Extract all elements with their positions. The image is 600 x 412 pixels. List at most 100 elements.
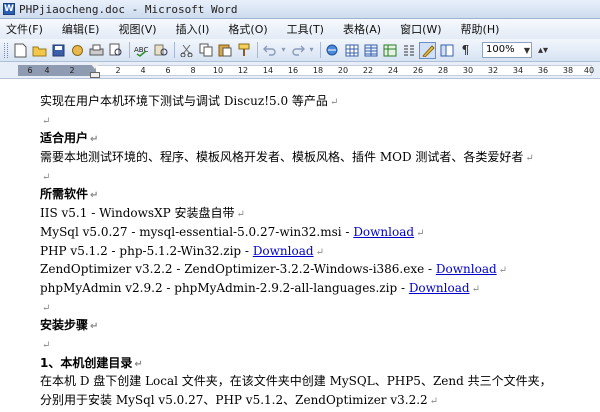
ruler-tick: 28 xyxy=(437,66,449,75)
window-title: PHPjiaocheng.doc - Microsoft Word xyxy=(19,2,238,16)
doc-blank-paragraph: ↵ xyxy=(40,335,580,354)
word-app-icon[interactable]: W xyxy=(3,3,15,15)
toolbar-grip[interactable] xyxy=(4,42,8,58)
format-painter-icon[interactable] xyxy=(235,42,252,59)
menu-edit[interactable]: 编辑(E) xyxy=(62,21,100,37)
download-link-zend[interactable]: Download xyxy=(436,262,497,276)
menu-insert[interactable]: 插入(I) xyxy=(176,21,210,37)
paragraph-mark-icon: ↵ xyxy=(525,153,534,165)
ruler-tick: 20 xyxy=(337,66,349,75)
paragraph-mark-icon: ↵ xyxy=(42,339,51,351)
toolbar-options-icon[interactable]: ▴▾ xyxy=(538,45,548,56)
doc-paragraph: PHP v5.1.2 - php-5.1.2-Win32.zip - Downl… xyxy=(40,242,580,261)
doc-paragraph: IIS v5.1 - WindowsXP 安装盘自带 ↵ xyxy=(40,204,580,223)
download-link-phpmyadmin[interactable]: Download xyxy=(409,281,470,295)
doc-paragraph: phpMyAdmin v2.9.2 - phpMyAdmin-2.9.2-all… xyxy=(40,279,580,298)
open-folder-icon[interactable] xyxy=(31,42,48,59)
redo-icon[interactable] xyxy=(289,42,306,59)
ruler-tick: 14 xyxy=(262,66,274,75)
doc-heading: 所需软件 ↵ xyxy=(40,185,580,204)
permission-icon[interactable] xyxy=(69,42,86,59)
toolbar-separator xyxy=(257,42,258,58)
chevron-down-icon[interactable]: ▼ xyxy=(524,44,530,58)
tables-borders-icon[interactable] xyxy=(343,42,360,59)
paragraph-mark-icon: ↵ xyxy=(90,321,99,333)
paragraph-mark-icon: ↵ xyxy=(42,115,51,127)
ruler-tick: 40 xyxy=(583,66,595,75)
drawing-icon[interactable] xyxy=(419,41,436,59)
menu-format[interactable]: 格式(O) xyxy=(228,21,267,37)
first-line-indent-marker[interactable] xyxy=(90,63,100,69)
ruler-tick: 12 xyxy=(237,66,249,75)
ruler-tick: 32 xyxy=(487,66,499,75)
paste-icon[interactable] xyxy=(216,42,233,59)
spelling-icon[interactable]: ABC xyxy=(133,42,150,59)
doc-blank-paragraph: ↵ xyxy=(40,298,580,317)
paragraph-mark-icon: ↵ xyxy=(42,171,51,183)
ruler-tick: 2 xyxy=(115,66,121,75)
columns-icon[interactable] xyxy=(400,42,417,59)
heading-text: 1、本机创建目录 xyxy=(40,355,133,370)
menu-tools[interactable]: 工具(T) xyxy=(287,21,324,37)
menu-view[interactable]: 视图(V) xyxy=(118,21,156,37)
insert-excel-icon[interactable] xyxy=(381,42,398,59)
horizontal-ruler[interactable]: 6 4 2 2 4 6 8 10 12 14 16 18 20 22 24 26… xyxy=(0,62,600,79)
ruler-tick: 18 xyxy=(312,66,324,75)
doc-heading: 适合用户 ↵ xyxy=(40,129,580,148)
paragraph-mark-icon: ↵ xyxy=(416,227,425,239)
paragraph-text: 实现在用户本机环境下测试与调试 Discuz!5.0 等产品 xyxy=(40,94,328,108)
document-page[interactable]: 实现在用户本机环境下测试与调试 Discuz!5.0 等产品 ↵ ↵ 适合用户 ↵ … xyxy=(40,92,580,410)
paragraph-mark-icon: ↵ xyxy=(498,265,508,277)
toolbar-separator xyxy=(174,42,175,58)
download-link-mysql[interactable]: Download xyxy=(353,225,414,239)
menu-file[interactable]: 文件(F) xyxy=(6,21,43,37)
menu-window[interactable]: 窗口(W) xyxy=(400,21,441,37)
paragraph-mark-icon: ↵ xyxy=(236,209,245,221)
ruler-tick: 34 xyxy=(512,66,524,75)
svg-text:ABC: ABC xyxy=(134,46,148,54)
save-icon[interactable] xyxy=(50,42,67,59)
copy-icon[interactable] xyxy=(197,42,214,59)
redo-dropdown-icon[interactable]: ▾ xyxy=(308,42,315,59)
paragraph-mark-icon: ↵ xyxy=(471,283,480,295)
document-map-icon[interactable] xyxy=(438,42,455,59)
doc-paragraph: 分别用于安装 MySql v5.0.27、PHP v5.1.2、ZendOpti… xyxy=(40,391,580,410)
hyperlink-icon[interactable] xyxy=(324,42,341,59)
print-preview-icon[interactable] xyxy=(107,42,124,59)
doc-heading: 安装步骤 ↵ xyxy=(40,316,580,335)
ruler-tick: 4 xyxy=(44,66,50,75)
zoom-select[interactable]: 100% ▼ xyxy=(482,42,532,58)
new-document-icon[interactable] xyxy=(12,42,29,59)
ruler-tick: 4 xyxy=(140,66,146,75)
ruler-tick: 6 xyxy=(27,66,33,75)
undo-dropdown-icon[interactable]: ▾ xyxy=(280,42,287,59)
cut-icon[interactable] xyxy=(178,42,195,59)
title-bar: W PHPjiaocheng.doc - Microsoft Word xyxy=(0,0,600,19)
show-hide-formatting-icon[interactable]: ¶ xyxy=(457,42,474,59)
insert-table-icon[interactable] xyxy=(362,42,379,59)
heading-text: 所需软件 xyxy=(40,187,89,202)
menu-help[interactable]: 帮助(H) xyxy=(461,21,500,37)
doc-paragraph: 实现在用户本机环境下测试与调试 Discuz!5.0 等产品 ↵ xyxy=(40,92,580,111)
ruler-tick: 22 xyxy=(362,66,374,75)
doc-paragraph: 需要本地测试环境的、程序、模板风格开发者、模板风格、插件 MOD 测试者、各类爱… xyxy=(40,148,580,167)
paragraph-text: 分别用于安装 MySql v5.0.27、PHP v5.1.2、ZendOpti… xyxy=(40,393,428,407)
download-link-php[interactable]: Download xyxy=(253,244,314,258)
menu-table[interactable]: 表格(A) xyxy=(343,21,381,37)
toolbar-separator xyxy=(129,42,130,58)
paragraph-text: ZendOptimizer v3.2.2 - ZendOptimizer-3.2… xyxy=(40,262,436,277)
paragraph-text: 需要本地测试环境的、程序、模板风格开发者、模板风格、插件 MOD 测试者、各类爱… xyxy=(40,150,524,165)
paragraph-text: phpMyAdmin v2.9.2 - phpMyAdmin-2.9.2-all… xyxy=(40,280,409,295)
print-icon[interactable] xyxy=(88,42,105,59)
standard-toolbar: ABC ▾ ▾ ¶ 100% ▼ ▴▾ xyxy=(0,39,600,62)
ruler-tick: 6 xyxy=(165,66,171,75)
paragraph-mark-icon: ↵ xyxy=(315,246,324,258)
left-indent-marker[interactable] xyxy=(90,72,100,78)
menu-bar: 文件(F) 编辑(E) 视图(V) 插入(I) 格式(O) 工具(T) 表格(A… xyxy=(0,19,600,39)
research-icon[interactable] xyxy=(152,42,169,59)
document-area[interactable]: 实现在用户本机环境下测试与调试 Discuz!5.0 等产品 ↵ ↵ 适合用户 ↵ … xyxy=(0,79,600,412)
undo-icon[interactable] xyxy=(261,42,278,59)
doc-heading: 1、本机创建目录 ↵ xyxy=(40,354,580,373)
paragraph-mark-icon: ↵ xyxy=(90,134,99,146)
ruler-tick: 24 xyxy=(387,66,399,75)
